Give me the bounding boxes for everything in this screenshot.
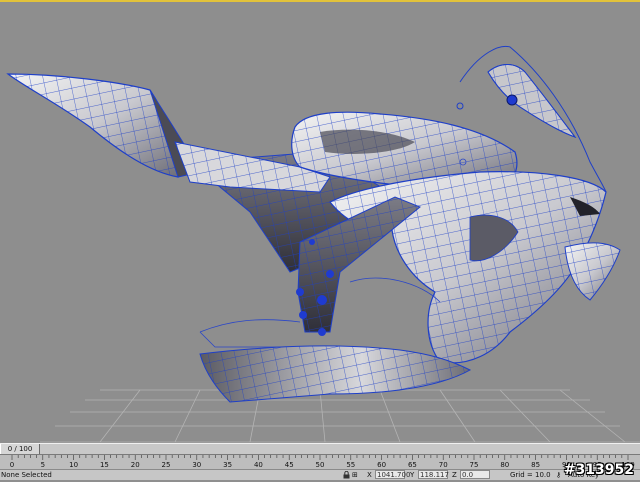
- app-window: 0 / 100 0 5 10 15 20 25 30 35 40 45 50 55 60 65 70 75 80…: [0, 0, 640, 480]
- selection-status: None Selected: [1, 471, 52, 479]
- y-coordinate-field[interactable]: 118.117: [418, 470, 449, 479]
- y-label: Y: [410, 471, 415, 479]
- track-tick-label: 55: [346, 461, 355, 469]
- track-bar-ruler: 0 5 10 15 20 25 30 35 40 45 50 55 60 65 70 75 80 85 90 95 10…: [10, 455, 635, 469]
- track-tick-label: 85: [531, 461, 540, 469]
- ground-grid: [40, 389, 640, 443]
- status-bar: None Selected ⊞ X 1041.700 Y 118.117 Z 0…: [0, 469, 640, 480]
- track-tick-label: 50: [316, 461, 325, 469]
- perspective-viewport[interactable]: [0, 0, 640, 443]
- main-fairing: [329, 171, 607, 364]
- track-tick-label: 15: [100, 461, 109, 469]
- time-slider[interactable]: 0 / 100: [0, 443, 640, 455]
- z-label: Z: [452, 471, 457, 479]
- track-tick-label: 35: [223, 461, 232, 469]
- track-tick-label: 60: [377, 461, 386, 469]
- viewport-canvas[interactable]: [0, 2, 640, 443]
- track-tick-label: 30: [192, 461, 201, 469]
- track-tick-label: 65: [408, 461, 417, 469]
- track-tick-label: 25: [162, 461, 171, 469]
- track-tick-label: 20: [131, 461, 140, 469]
- track-tick-label: 0: [10, 461, 14, 469]
- track-tick-label: 45: [285, 461, 294, 469]
- track-tick-label: 10: [69, 461, 78, 469]
- track-bar[interactable]: 0 5 10 15 20 25 30 35 40 45 50 55 60 65 70 75 80 85 90 95 10…: [0, 455, 640, 469]
- belly-pan: [199, 345, 472, 403]
- absolute-mode-icon[interactable]: ⊞: [352, 470, 358, 480]
- track-tick-label: 70: [439, 461, 448, 469]
- x-coordinate-field[interactable]: 1041.700: [375, 470, 410, 479]
- track-tick-label: 80: [500, 461, 509, 469]
- track-tick-label: 5: [41, 461, 45, 469]
- watermark: #313952: [563, 462, 634, 478]
- time-slider-thumb[interactable]: 0 / 100: [0, 444, 40, 454]
- front-fender: [564, 242, 621, 301]
- key-icon[interactable]: ⚷: [556, 470, 561, 480]
- grid-spacing: Grid = 10.0: [510, 471, 551, 479]
- z-coordinate-field[interactable]: 0.0: [460, 470, 490, 479]
- track-tick-label: 75: [470, 461, 479, 469]
- tail-section: [6, 73, 201, 178]
- track-tick-label: 40: [254, 461, 263, 469]
- x-label: X: [367, 471, 372, 479]
